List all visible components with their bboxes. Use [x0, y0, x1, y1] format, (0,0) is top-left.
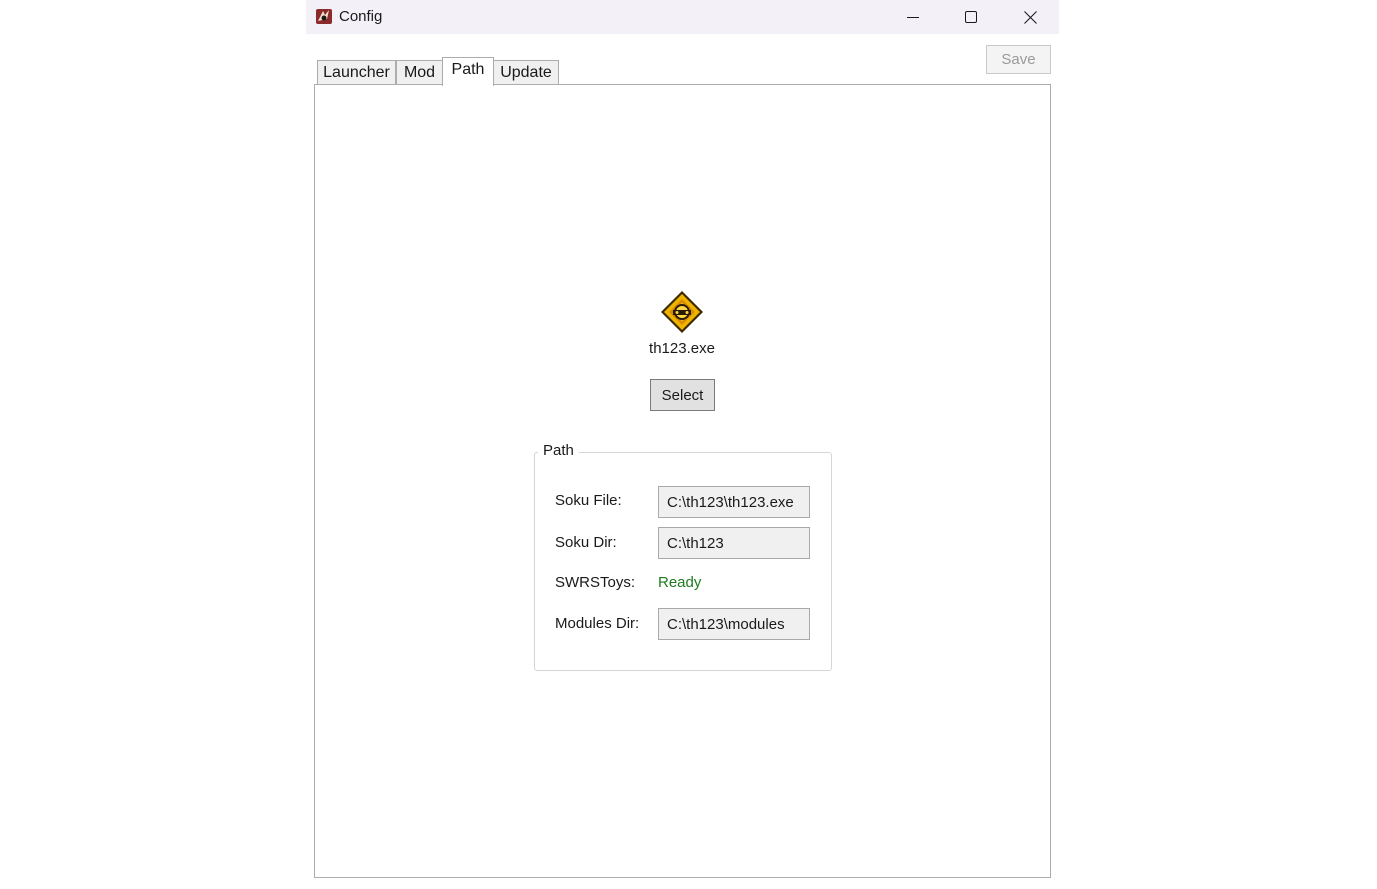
close-icon — [1023, 10, 1037, 24]
tab-mod[interactable]: Mod — [396, 60, 443, 85]
path-groupbox-title: Path — [538, 442, 579, 459]
soku-dir-label: Soku Dir: — [555, 534, 617, 551]
swrstoys-label: SWRSToys: — [555, 574, 636, 591]
soku-dir-field[interactable]: C:\th123 — [658, 527, 810, 559]
swrstoys-status: Ready — [658, 574, 702, 591]
select-executable-button[interactable]: Select — [650, 379, 715, 411]
soku-file-label: Soku File: — [555, 492, 622, 509]
title-bar[interactable]: Config — [306, 0, 1059, 34]
tab-path[interactable]: Path — [442, 57, 494, 86]
app-icon — [316, 9, 332, 24]
config-window: Config Save Launcher Mod Path Update th1… — [306, 0, 1059, 889]
game-executable-icon — [661, 291, 703, 333]
maximize-icon — [965, 11, 977, 23]
modules-dir-label: Modules Dir: — [555, 615, 640, 632]
minimize-icon — [907, 17, 919, 18]
save-button[interactable]: Save — [986, 45, 1051, 74]
close-button[interactable] — [1001, 0, 1059, 34]
soku-file-field[interactable]: C:\th123\th123.exe — [658, 486, 810, 518]
window-title: Config — [339, 8, 383, 25]
maximize-button[interactable] — [942, 0, 1000, 34]
modules-dir-field[interactable]: C:\th123\modules — [658, 608, 810, 640]
minimize-button[interactable] — [884, 0, 942, 34]
tab-update[interactable]: Update — [493, 60, 559, 85]
tab-launcher[interactable]: Launcher — [317, 60, 396, 85]
executable-name: th123.exe — [649, 340, 715, 357]
